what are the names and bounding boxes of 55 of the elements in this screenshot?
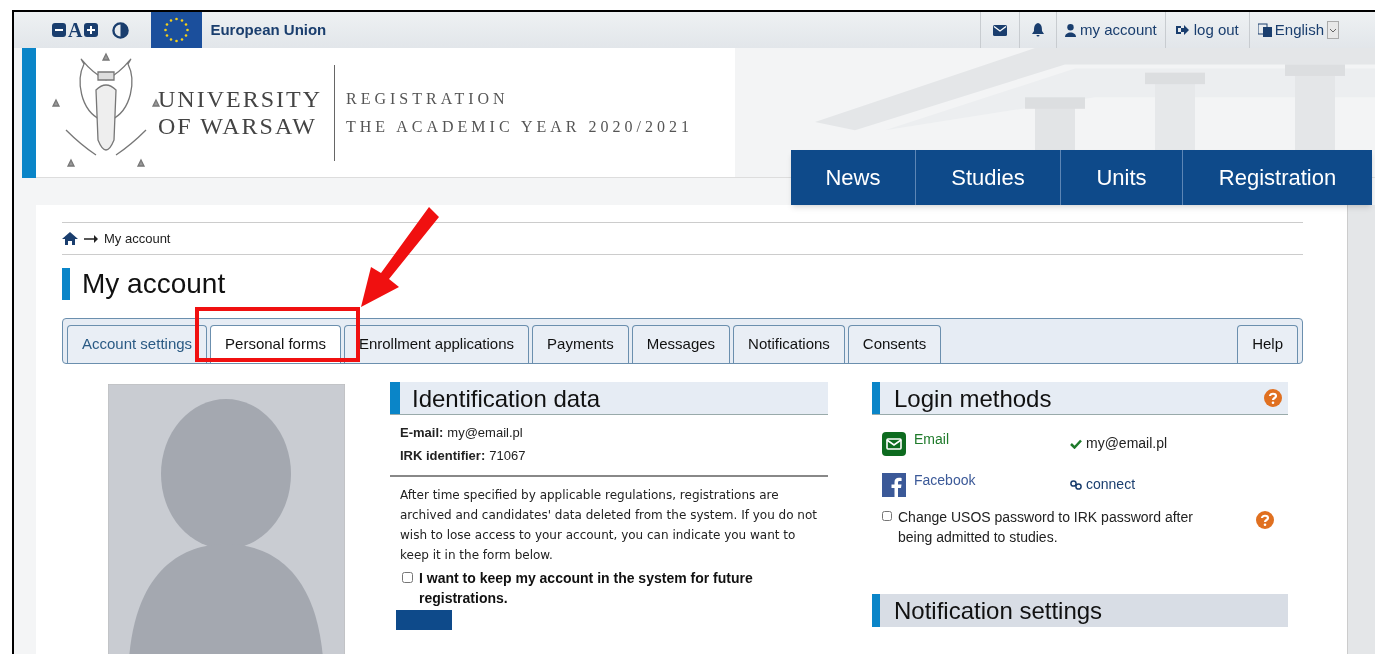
- translate-icon: [1257, 23, 1272, 37]
- field-value: 71067: [489, 446, 526, 465]
- field-label: E-mail:: [400, 423, 444, 442]
- nav-link[interactable]: News: [791, 150, 915, 205]
- bell-icon: [1032, 23, 1045, 37]
- check-icon: [1070, 438, 1082, 449]
- breadcrumb-item: My account: [104, 229, 171, 248]
- keep-account-label[interactable]: I want to keep my account in the system for future registrations.: [419, 568, 818, 608]
- language-label: English: [1274, 19, 1324, 40]
- dropdown-caret-icon: [1327, 21, 1339, 39]
- university-name: UNIVERSITY OF WARSAW: [158, 85, 323, 140]
- accent-bar: [62, 268, 70, 300]
- tab[interactable]: Messages: [631, 325, 731, 363]
- site-subtitle: REGISTRATION THE ACADEMIC YEAR 2020/2021: [345, 88, 693, 137]
- accent-bar: [872, 594, 880, 627]
- link-icon: [1070, 479, 1082, 490]
- decrease-font-icon[interactable]: [52, 23, 66, 37]
- retention-notice: After time specified by applicable regulations, registrations are archived and candidates' data deleted from the system. If you do not wish to lose access to your account, you can indicate you want to keep it in the form below.: [399, 487, 818, 564]
- arrow-right-icon: [84, 234, 98, 243]
- help-icon[interactable]: [1256, 511, 1274, 529]
- keep-account-checkbox[interactable]: [402, 572, 413, 583]
- tab[interactable]: Consents: [847, 325, 942, 363]
- section-title: Identification data: [412, 384, 601, 414]
- field-label: IRK identifier:: [400, 446, 486, 465]
- accent-bar: [872, 382, 880, 414]
- section-title: Notification settings: [894, 596, 1103, 626]
- connect-link[interactable]: connect: [1070, 474, 1136, 495]
- change-password-label[interactable]: Change USOS password to IRK password after being admitted to studies.: [898, 507, 1208, 547]
- tab[interactable]: Payments: [532, 325, 629, 363]
- user-icon: [1065, 23, 1077, 37]
- field-value: my@email.pl: [447, 423, 523, 442]
- tab[interactable]: Notifications: [733, 325, 845, 363]
- section-title: Login methods: [894, 384, 1052, 414]
- login-method-name: Facebook: [914, 471, 976, 490]
- contrast-icon[interactable]: [112, 21, 130, 39]
- accent-bar: [390, 382, 400, 414]
- tab[interactable]: Account settings: [67, 325, 208, 363]
- tab[interactable]: Enrollment applications: [343, 325, 530, 363]
- envelope-icon: [993, 24, 1008, 36]
- connected-status: my@email.pl: [1070, 433, 1168, 454]
- login-method-name: Email: [914, 430, 949, 449]
- page-title: My account: [82, 267, 226, 301]
- font-size-label[interactable]: A: [68, 15, 83, 45]
- tab[interactable]: Personal forms: [210, 325, 341, 363]
- eu-label: European Union: [210, 19, 327, 40]
- envelope-icon: [882, 431, 906, 456]
- help-tab[interactable]: Help: [1237, 325, 1298, 363]
- help-icon[interactable]: [1264, 389, 1282, 407]
- sign-out-icon: [1175, 24, 1189, 36]
- facebook-icon: [882, 472, 906, 497]
- scrollbar[interactable]: [1347, 205, 1375, 654]
- increase-font-icon[interactable]: [84, 23, 99, 37]
- eu-flag-icon: [151, 12, 203, 48]
- change-password-checkbox[interactable]: [882, 511, 892, 521]
- home-icon[interactable]: [62, 232, 78, 245]
